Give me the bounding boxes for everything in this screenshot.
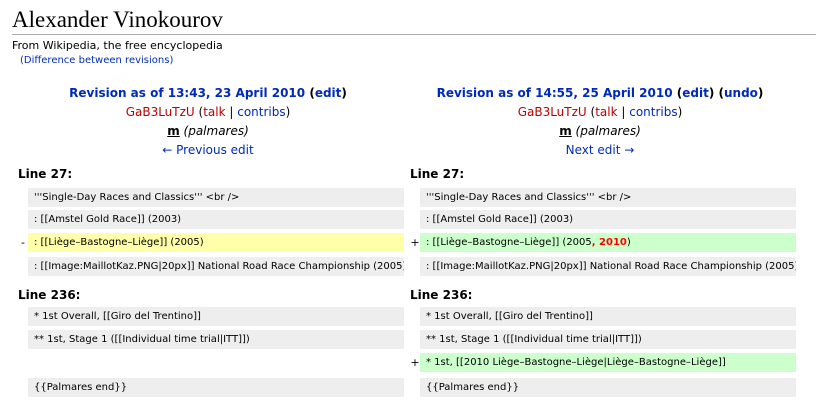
right-edit-link[interactable]: edit [682,86,709,100]
diff-context-cell: '''Single-Day Races and Classics''' <br … [28,188,404,207]
right-user-link[interactable]: GaB3LuTzU [518,105,587,119]
diff-context-cell: : [[Amstel Gold Race]] (2003) [28,210,404,229]
left-user-link[interactable]: GaB3LuTzU [126,105,195,119]
left-contribs-link[interactable]: contribs [237,105,285,119]
diff-context-cell: * 1st Overall, [[Giro del Trentino]] [28,307,404,326]
left-talk-link[interactable]: talk [203,105,225,119]
diff-context-cell: : [[Image:MaillotKaz.PNG|20px]] National… [420,257,796,276]
left-line-number: Line 27: [18,167,73,181]
diff-context-cell: ** 1st, Stage 1 ([[Individual time trial… [420,330,796,349]
right-edit-summary: (palmares) [575,124,641,138]
deleted-line-marker: - [21,236,25,249]
left-minor-flag: m [167,124,180,138]
diff-context-cell: : [[Image:MaillotKaz.PNG|20px]] National… [28,257,404,276]
right-line-number: Line 236: [410,288,473,302]
paren: ) [708,86,715,100]
left-edit-link[interactable]: edit [315,86,342,100]
site-subtitle: From Wikipedia, the free encyclopedia [12,39,223,52]
added-line-text: ) [626,237,631,248]
diff-added-line: * 1st, [[2010 Liège–Bastogne–Liège|Liège… [420,353,796,372]
diff-context-cell: ** 1st, Stage 1 ([[Individual time trial… [28,330,404,349]
difference-link[interactable]: (Difference between revisions) [20,55,173,66]
diff-context-cell: * 1st Overall, [[Giro del Trentino]] [420,307,796,326]
left-edit-summary: (palmares) [183,124,249,138]
right-revision-link[interactable]: Revision as of 14:55, 25 April 2010 [437,86,673,100]
right-contribs-link[interactable]: contribs [629,105,677,119]
left-revision-header: Revision as of 13:43, 23 April 2010 (edi… [69,86,347,157]
previous-edit-link[interactable]: ← Previous edit [162,143,253,157]
difference-note: (Difference between revisions) [20,54,173,67]
right-revision-header: Revision as of 14:55, 25 April 2010 (edi… [436,86,764,157]
left-revision-link[interactable]: Revision as of 13:43, 23 April 2010 [69,86,305,100]
left-line-number: Line 236: [18,288,81,302]
added-line-marker: + [410,236,420,249]
paren: ) [341,86,347,100]
diff-deleted-line: : [[Liège–Bastogne–Liège]] (2005) [28,233,404,252]
diff-context-cell: {{Palmares end}} [420,378,796,397]
right-minor-flag: m [559,124,572,138]
right-line-number: Line 27: [410,167,465,181]
added-line-text: : [[Liège–Bastogne–Liège]] (2005 [426,237,592,248]
right-talk-link[interactable]: talk [595,105,617,119]
title-divider [12,34,816,35]
added-line-marker: + [410,356,420,369]
changed-text-highlight: , 2010 [591,237,627,248]
next-edit-link[interactable]: Next edit → [566,143,635,157]
diff-context-cell: : [[Amstel Gold Race]] (2003) [420,210,796,229]
paren: ) [757,86,764,100]
diff-context-cell: {{Palmares end}} [28,378,404,397]
undo-link[interactable]: undo [724,86,758,100]
diff-added-line: : [[Liège–Bastogne–Liège]] (2005, 2010) [420,233,796,252]
diff-context-cell: '''Single-Day Races and Classics''' <br … [420,188,796,207]
page-title: Alexander Vinokourov [12,7,223,32]
